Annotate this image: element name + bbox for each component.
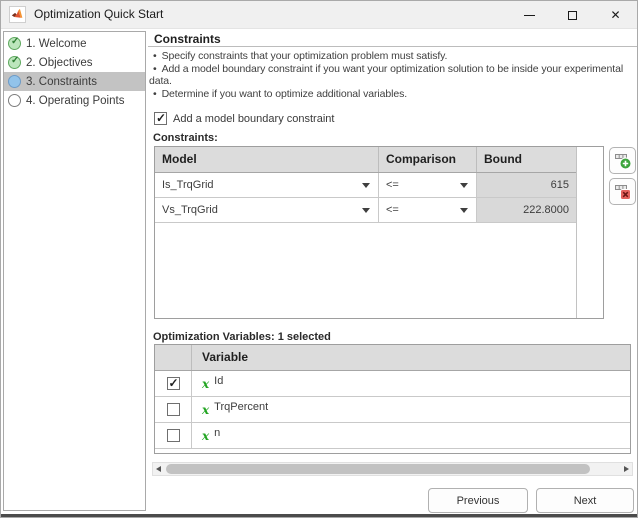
maximize-icon — [568, 10, 577, 20]
window-controls: ✕ — [508, 1, 637, 29]
step-label: 1. Welcome — [26, 37, 87, 50]
sidebar-item-operating-points[interactable]: 4. Operating Points — [4, 91, 145, 110]
constraints-table-label: Constraints: — [153, 132, 218, 144]
instruction-line: • Add a model boundary constraint if you … — [149, 62, 637, 88]
table-add-icon — [614, 153, 631, 169]
step-complete-icon — [8, 36, 21, 50]
instruction-line: • Determine if you want to optimize addit… — [149, 87, 637, 101]
bound-cell[interactable]: 222.8000 — [477, 198, 576, 222]
next-button[interactable]: Next — [536, 488, 634, 513]
add-constraint-button[interactable] — [609, 147, 636, 174]
variable-row: x Id — [155, 371, 630, 397]
steps-sidebar: 1. Welcome 2. Objectives 3. Constraints … — [3, 31, 146, 511]
variables-table: Variable x Id x TrqPercent x n — [154, 344, 631, 454]
minimize-icon — [524, 14, 535, 16]
column-header-bound: Bound — [484, 152, 522, 166]
window-bottom-edge — [1, 514, 637, 517]
constraints-table: Model Comparison Bound Is_TrqGrid <= 615… — [154, 146, 604, 319]
optimization-quick-start-dialog: Optimization Quick Start ✕ 1. Welcome 2.… — [0, 0, 638, 518]
close-button[interactable]: ✕ — [594, 1, 637, 29]
variable-checkbox[interactable] — [166, 376, 180, 390]
boundary-constraint-label: Add a model boundary constraint — [173, 112, 335, 125]
boundary-constraint-checkbox[interactable] — [154, 111, 167, 125]
model-dropdown[interactable]: Vs_TrqGrid — [155, 198, 379, 222]
minimize-button[interactable] — [508, 1, 551, 29]
step-complete-icon — [8, 55, 21, 69]
variables-table-header: Variable — [155, 345, 630, 371]
page-title: Constraints — [154, 32, 221, 46]
step-label: 4. Operating Points — [26, 94, 125, 107]
bullet-icon: • — [153, 87, 157, 100]
variable-name: TrqPercent — [214, 400, 269, 413]
variable-icon: x — [202, 428, 210, 443]
scroll-left-icon[interactable] — [156, 466, 161, 472]
variable-icon: x — [202, 376, 210, 391]
bullet-icon: • — [153, 50, 157, 62]
instruction-line: • Specify constraints that your optimizat… — [149, 50, 637, 63]
constraints-table-header: Model Comparison Bound — [155, 147, 576, 173]
variable-row: x TrqPercent — [155, 397, 630, 423]
step-label: 2. Objectives — [26, 56, 93, 69]
close-icon: ✕ — [610, 8, 621, 22]
column-header-comparison: Comparison — [379, 147, 477, 172]
instruction-text: Determine if you want to optimize additi… — [161, 87, 408, 100]
variable-name: n — [214, 426, 221, 439]
constraint-row: Vs_TrqGrid <= 222.8000 — [155, 198, 576, 223]
scroll-right-icon[interactable] — [624, 466, 629, 472]
constraint-row: Is_TrqGrid <= 615 — [155, 173, 576, 198]
variable-row: x n — [155, 423, 630, 449]
column-header-select — [155, 345, 192, 370]
instructions: • Specify constraints that your optimizat… — [149, 50, 637, 101]
model-dropdown[interactable]: Is_TrqGrid — [155, 173, 379, 197]
boundary-constraint-row: Add a model boundary constraint — [154, 111, 335, 125]
horizontal-scrollbar[interactable] — [152, 462, 633, 476]
scrollbar-thumb[interactable] — [166, 464, 590, 474]
instruction-text: Specify constraints that your optimizati… — [161, 50, 448, 62]
sidebar-item-welcome[interactable]: 1. Welcome — [4, 34, 145, 53]
sidebar-item-constraints[interactable]: 3. Constraints — [4, 72, 145, 91]
variable-name: Id — [214, 374, 224, 387]
matlab-logo-icon — [9, 6, 26, 23]
table-delete-icon — [614, 184, 631, 200]
constraints-table-filler — [576, 147, 603, 318]
window-title: Optimization Quick Start — [34, 7, 164, 21]
column-header-model: Model — [155, 147, 379, 172]
bound-cell[interactable]: 615 — [477, 173, 576, 197]
step-current-icon — [8, 75, 21, 88]
column-header-variable: Variable — [202, 350, 249, 364]
maximize-button[interactable] — [551, 1, 594, 29]
comparison-dropdown[interactable]: <= — [379, 173, 477, 197]
titlebar: Optimization Quick Start ✕ — [1, 1, 637, 29]
instruction-text: Add a model boundary constraint if you w… — [149, 62, 624, 88]
step-label: 3. Constraints — [26, 75, 97, 88]
comparison-dropdown[interactable]: <= — [379, 198, 477, 222]
heading-divider — [148, 46, 637, 47]
delete-constraint-button[interactable] — [609, 178, 636, 205]
step-pending-icon — [8, 94, 21, 107]
previous-button[interactable]: Previous — [428, 488, 528, 513]
variable-icon: x — [202, 402, 210, 417]
sidebar-item-objectives[interactable]: 2. Objectives — [4, 53, 145, 72]
variables-table-label: Optimization Variables: 1 selected — [153, 331, 331, 343]
variable-checkbox[interactable] — [166, 429, 180, 442]
bullet-icon: • — [153, 62, 157, 75]
variable-checkbox[interactable] — [166, 403, 180, 416]
